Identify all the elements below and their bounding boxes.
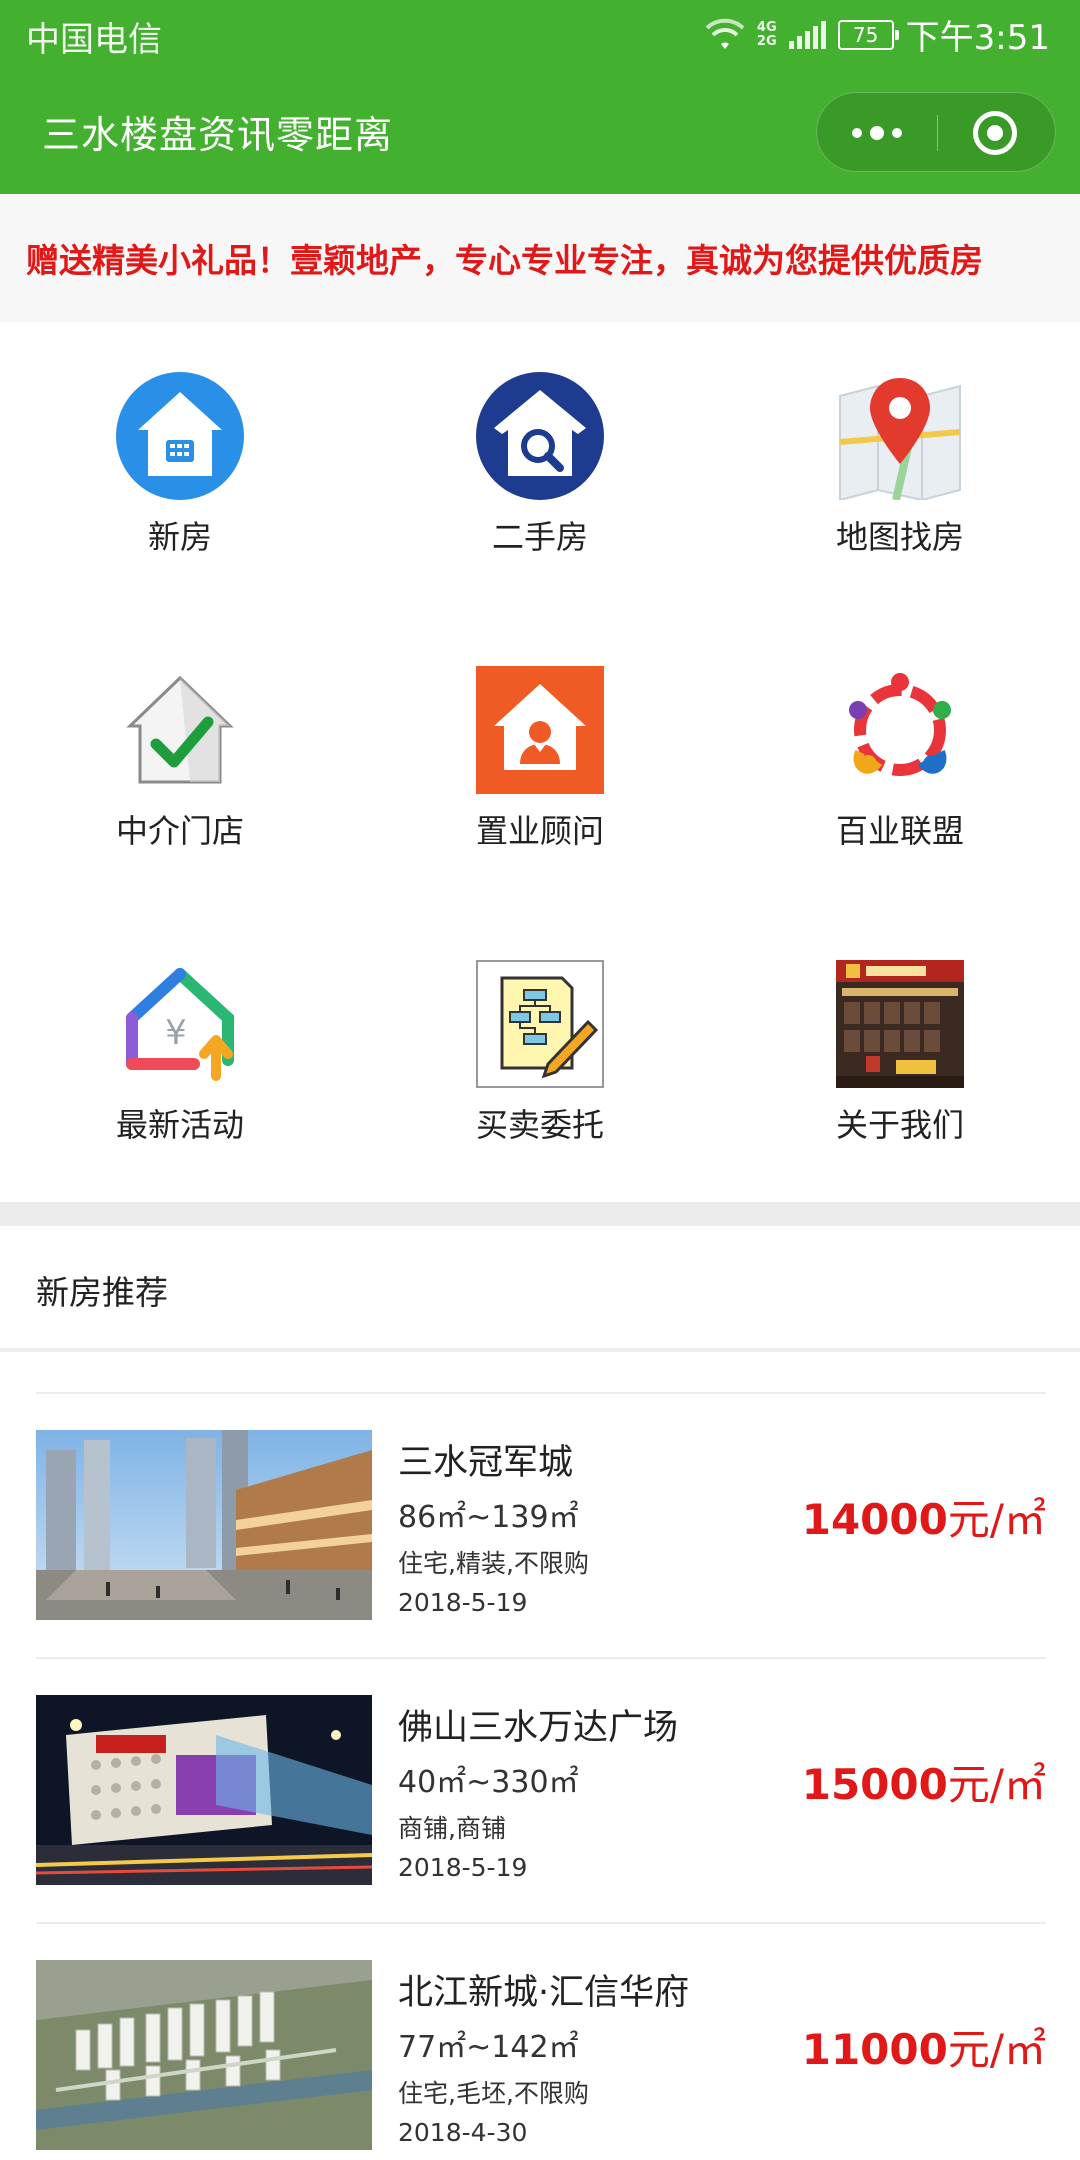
listing-price: 11000元/㎡ bbox=[802, 2016, 1046, 2077]
signal-icon bbox=[788, 20, 826, 49]
listing-item[interactable]: 佛山三水万达广场 40㎡~330㎡ 商铺,商铺 2018-5-19 15000元… bbox=[36, 1657, 1046, 1922]
page-title: 三水楼盘资讯零距离 bbox=[42, 113, 394, 157]
price-value: 14000 bbox=[801, 1495, 948, 1544]
listing-list: 三水冠军城 86㎡~139㎡ 住宅,精装,不限购 2018-5-19 14000… bbox=[0, 1352, 1080, 2160]
menu-item-alliance[interactable]: 百业联盟 bbox=[720, 616, 1080, 910]
status-bar: 中国电信 4G 2G 75 下午3:51 bbox=[0, 0, 1080, 74]
clock: 下午3:51 bbox=[905, 18, 1050, 58]
listing-tags: 住宅,毛坯,不限购 bbox=[398, 2079, 589, 2108]
wifi-icon bbox=[705, 18, 745, 49]
price-value: 15000 bbox=[801, 1760, 948, 1809]
consultant-icon bbox=[476, 666, 604, 794]
listing-photo bbox=[36, 1430, 372, 1620]
house-icon bbox=[116, 372, 244, 500]
status-icons: 4G 2G 75 下午3:51 bbox=[705, 10, 1050, 59]
menu-item-agency-store[interactable]: 中介门店 bbox=[0, 616, 360, 910]
capsule-divider bbox=[937, 115, 938, 151]
miniprogram-capsule bbox=[816, 92, 1056, 172]
menu-item-about-us[interactable]: 关于我们 bbox=[720, 910, 1080, 1204]
menu-item-label: 置业顾问 bbox=[475, 812, 604, 850]
menu-item-activities[interactable]: ¥ 最新活动 bbox=[0, 910, 360, 1204]
listing-area: 86㎡~139㎡ bbox=[398, 1500, 579, 1535]
price-value: 11000 bbox=[801, 2025, 948, 2074]
listing-date: 2018-5-19 bbox=[398, 1588, 528, 1617]
menu-item-consultant[interactable]: 置业顾问 bbox=[360, 616, 720, 910]
listing-area: 40㎡~330㎡ bbox=[398, 1765, 579, 1800]
menu-item-label: 中介门店 bbox=[115, 812, 244, 850]
listing-area: 77㎡~142㎡ bbox=[398, 2030, 579, 2065]
menu-item-label: 新房 bbox=[147, 518, 212, 556]
house-check-icon bbox=[126, 675, 234, 784]
battery-icon: 75 bbox=[837, 19, 899, 50]
map-pin-icon bbox=[839, 378, 961, 500]
listing-name: 北江新城·汇信华府 bbox=[398, 1973, 690, 2013]
section-title: 新房推荐 bbox=[36, 1273, 168, 1312]
listing-photo bbox=[36, 1695, 372, 1885]
listing-item[interactable]: 北江新城·汇信华府 77㎡~142㎡ 住宅,毛坯,不限购 2018-4-30 1… bbox=[36, 1922, 1046, 2160]
network-top-label: 4G bbox=[756, 19, 777, 35]
menu-item-commission[interactable]: 买卖委托 bbox=[360, 910, 720, 1204]
listing-tags: 住宅,精装,不限购 bbox=[398, 1549, 589, 1578]
listing-price: 14000元/㎡ bbox=[802, 1486, 1046, 1547]
menu-item-label: 二手房 bbox=[491, 518, 588, 556]
alliance-icon bbox=[849, 673, 951, 776]
listing-date: 2018-5-19 bbox=[398, 1853, 528, 1882]
listing-date: 2018-4-30 bbox=[398, 2118, 528, 2147]
carrier-label: 中国电信 bbox=[26, 20, 162, 60]
listing-photo bbox=[36, 1960, 372, 2150]
price-unit: 元/㎡ bbox=[947, 1495, 1046, 1544]
listing-item[interactable]: 三水冠军城 86㎡~139㎡ 住宅,精装,不限购 2018-5-19 14000… bbox=[36, 1392, 1046, 1657]
menu-item-label: 地图找房 bbox=[835, 518, 964, 556]
document-pencil-icon bbox=[476, 960, 604, 1088]
menu-item-label: 百业联盟 bbox=[835, 812, 964, 850]
price-unit: 元/㎡ bbox=[947, 2025, 1046, 2074]
nav-bar: 三水楼盘资讯零距离 bbox=[0, 74, 1080, 194]
listing-name: 佛山三水万达广场 bbox=[398, 1708, 679, 1748]
marquee-text: 赠送精美小礼品！壹颖地产，专心专业专注，真诚为您提供优质房 bbox=[26, 241, 983, 280]
section-header: 新房推荐 bbox=[0, 1226, 1080, 1352]
network-bottom-label: 2G bbox=[756, 33, 777, 49]
section-divider bbox=[0, 1202, 1080, 1226]
menu-item-label: 最新活动 bbox=[115, 1106, 244, 1144]
menu-grid: 新房 二手房 地图找房 中介门店 置业顾问 百业联盟 ¥ 最新活动 买卖委托 关… bbox=[0, 322, 1080, 1202]
menu-item-second-hand[interactable]: 二手房 bbox=[360, 322, 720, 616]
listing-price: 15000元/㎡ bbox=[802, 1751, 1046, 1812]
notice-marquee: 赠送精美小礼品！壹颖地产，专心专业专注，真诚为您提供优质房 bbox=[0, 194, 1080, 322]
battery-level: 75 bbox=[852, 22, 879, 47]
menu-item-label: 买卖委托 bbox=[475, 1106, 604, 1144]
menu-item-map-search[interactable]: 地图找房 bbox=[720, 322, 1080, 616]
network-type: 4G 2G bbox=[756, 19, 777, 49]
svg-text:¥: ¥ bbox=[165, 1013, 187, 1053]
storefront-photo-icon bbox=[836, 960, 964, 1088]
close-miniprogram-button[interactable] bbox=[973, 111, 1017, 155]
activity-icon: ¥ bbox=[126, 968, 234, 1081]
menu-item-label: 关于我们 bbox=[835, 1106, 964, 1144]
listing-tags: 商铺,商铺 bbox=[398, 1814, 506, 1843]
listing-name: 三水冠军城 bbox=[398, 1443, 574, 1483]
more-menu-button[interactable] bbox=[817, 93, 937, 173]
house-search-icon bbox=[476, 372, 604, 500]
price-unit: 元/㎡ bbox=[947, 1760, 1046, 1809]
menu-item-new-house[interactable]: 新房 bbox=[0, 322, 360, 616]
